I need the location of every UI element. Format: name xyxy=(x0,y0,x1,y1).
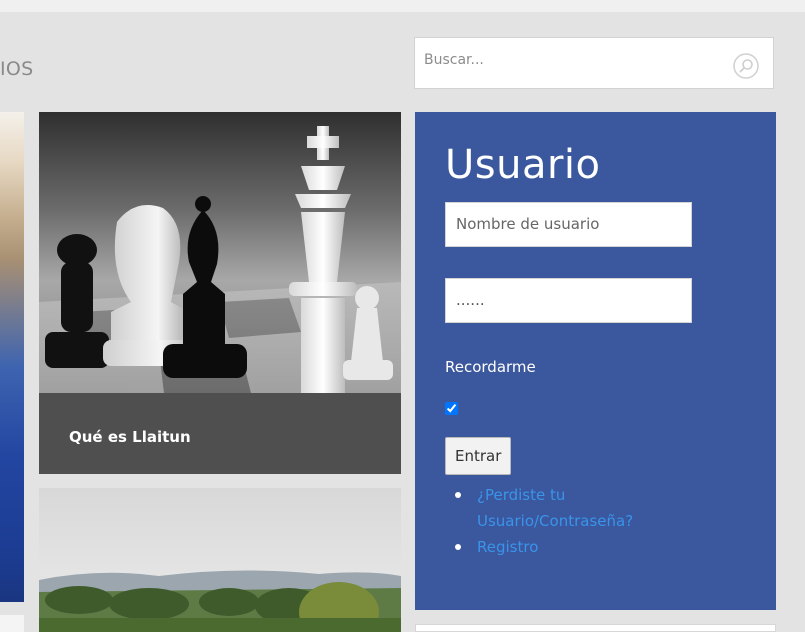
article-card-landscape[interactable] xyxy=(39,488,401,632)
password-input[interactable] xyxy=(456,291,681,309)
login-panel: Usuario Recordarme Entrar ¿Perdiste tu U… xyxy=(415,112,776,610)
username-field[interactable] xyxy=(445,202,692,247)
article-title[interactable]: Qué es Llaitun xyxy=(69,428,191,446)
register-link[interactable]: Registro xyxy=(477,538,538,556)
search-box[interactable] xyxy=(414,37,774,89)
left-article-image-2[interactable] xyxy=(0,615,24,632)
username-input[interactable] xyxy=(456,215,681,233)
login-button[interactable]: Entrar xyxy=(445,437,512,475)
list-item: ¿Perdiste tu Usuario/Contraseña? xyxy=(447,482,697,534)
top-strip xyxy=(0,0,805,12)
remember-label: Recordarme xyxy=(445,358,536,376)
password-field[interactable] xyxy=(445,278,692,323)
landscape-image xyxy=(39,488,401,632)
left-article-image[interactable] xyxy=(0,112,24,602)
login-links: ¿Perdiste tu Usuario/Contraseña? Registr… xyxy=(447,482,697,560)
remember-checkbox[interactable] xyxy=(445,402,458,415)
search-input[interactable] xyxy=(424,52,724,68)
nav-item-partial[interactable]: IOS xyxy=(0,58,34,80)
next-widget xyxy=(415,624,776,632)
chess-image xyxy=(39,112,401,393)
forgot-credentials-link[interactable]: ¿Perdiste tu Usuario/Contraseña? xyxy=(477,486,633,530)
list-item: Registro xyxy=(447,534,697,560)
article-card-llaitun[interactable]: Qué es Llaitun xyxy=(39,112,401,474)
login-title: Usuario xyxy=(445,142,601,188)
search-icon[interactable] xyxy=(732,52,760,80)
